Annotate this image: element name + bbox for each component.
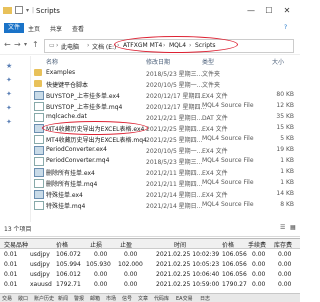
file-explorer-window: ▾ | Scripts — ☐ ✕ 文件 主页 共享 查看 ? ← → ▾ ↑ … <box>0 0 300 237</box>
dat-file-icon <box>34 113 44 122</box>
list-item[interactable]: mqlcache.dat 2021/2/21 星期日... DAT 文件 35 … <box>32 112 300 122</box>
back-icon[interactable]: ← <box>4 40 11 49</box>
list-item[interactable]: PeriodConverter.mq4 2018/5/23 星期三... MQL… <box>32 156 300 166</box>
tab-trade[interactable]: 交易 <box>2 295 12 302</box>
pin-icon[interactable]: ✦ <box>6 118 12 126</box>
tab-codebase[interactable]: 代码库 <box>154 295 169 302</box>
minimize-button[interactable]: — <box>244 4 258 18</box>
header-symbol[interactable]: 交易品种 <box>4 240 28 249</box>
list-item[interactable]: Examples 2018/5/23 星期三... 文件夹 <box>32 68 300 78</box>
tab-articles[interactable]: 文章 <box>138 295 148 302</box>
list-item[interactable]: 特殊挂单.ex4 2021/2/14 星期日... EX4 文件 14 KB <box>32 189 300 199</box>
list-item[interactable]: 删除所有挂单.mq4 2021/2/11 星期四... MQL4 Source … <box>32 178 300 188</box>
column-size[interactable]: 大小 <box>272 57 284 66</box>
table-row[interactable]: 0.01 xauusd 1792.71 0.00 0.00 2021.02.25… <box>0 280 300 289</box>
thumbnail-view-icon[interactable]: ▦ <box>290 224 296 231</box>
pc-icon: ▭ <box>49 42 55 49</box>
tab-mailbox[interactable]: 邮箱 <box>90 295 100 302</box>
header-swap[interactable]: 库存费 <box>274 240 292 249</box>
tab-market[interactable]: 市场 <box>106 295 116 302</box>
column-header: 名称 修改日期 类型 大小 <box>32 56 300 66</box>
close-button[interactable]: ✕ <box>280 4 294 18</box>
table-row[interactable]: 0.01 usdjpy 106.012 0.00 0.00 2021.02.25… <box>0 270 300 279</box>
header-time[interactable]: 时间 <box>174 240 186 249</box>
pin-icon[interactable]: ✦ <box>6 90 12 98</box>
tab-alerts[interactable]: 警报 <box>74 295 84 302</box>
column-type[interactable]: 类型 <box>202 57 214 66</box>
ex4-file-icon <box>34 168 44 177</box>
forward-icon[interactable]: → <box>14 40 21 49</box>
ex4-file-icon <box>34 190 44 199</box>
chevron-down-icon[interactable]: ▾ <box>26 7 29 14</box>
list-item[interactable]: MT4收藏历史导出为EXCEL表格.mq4 2021/2/25 星期四... M… <box>32 134 300 144</box>
tab-signals[interactable]: 信号 <box>122 295 132 302</box>
list-item[interactable]: PeriodConverter.ex4 2020/10/5 星期一... EX4… <box>32 145 300 155</box>
navigation-pane: ★ ✦ ✦ ✦ ✦ <box>0 56 31 222</box>
ribbon-tabs: 文件 主页 共享 查看 ? <box>0 22 300 34</box>
table-row[interactable]: 0.01 usdjpy 105.994 105.930 102.000 2021… <box>0 260 300 269</box>
pin-icon[interactable]: ★ <box>6 62 12 70</box>
folder-icon <box>34 80 42 87</box>
status-bar-count: 13 个项目 <box>4 226 32 233</box>
address-bar-row: ← → ▾ ↑ ▭ › 此电脑 › 文档 (E:) › ATFXGM MT4 ›… <box>0 36 300 55</box>
tab-share[interactable]: 共享 <box>50 24 62 33</box>
folder-icon <box>34 69 42 76</box>
mq4-file-icon <box>34 102 44 111</box>
header-tp[interactable]: 止盈 <box>120 240 132 249</box>
list-item[interactable]: 特殊挂单.mq4 2021/2/14 星期日... MQL4 Source Fi… <box>32 200 300 210</box>
tab-experts[interactable]: EA交易 <box>176 295 193 302</box>
help-icon[interactable]: ? <box>284 24 287 31</box>
ex4-file-icon <box>34 91 44 100</box>
tab-exposure[interactable]: 敞口 <box>18 295 28 302</box>
header-commission[interactable]: 手续费 <box>248 240 266 249</box>
maximize-button[interactable]: ☐ <box>262 4 276 18</box>
terminal-tabs: 交易 敞口 账户历史 新闻 警报 邮箱 市场 信号 文章 代码库 EA交易 日志 <box>0 293 300 302</box>
column-name[interactable]: 名称 <box>46 57 58 66</box>
header-price2[interactable]: 价格 <box>222 240 234 249</box>
mq4-file-icon <box>34 179 44 188</box>
title-bar: ▾ | Scripts — ☐ ✕ <box>0 0 300 22</box>
highlight-oval-path <box>114 36 238 53</box>
pin-icon[interactable]: ✦ <box>6 104 12 112</box>
crumb-this-pc[interactable]: 此电脑 <box>61 42 79 51</box>
up-icon[interactable]: ↑ <box>32 40 39 49</box>
list-item[interactable]: 删除所有挂单.ex4 2021/2/11 星期四... EX4 文件 1 KB <box>32 167 300 177</box>
column-date[interactable]: 修改日期 <box>146 57 170 66</box>
window-title: Scripts <box>36 7 60 15</box>
folder-icon <box>3 6 12 14</box>
divider: | <box>32 6 35 14</box>
list-item[interactable]: BUYSTOP_上市挂多单.ex4 2020/12/17 星期四... EX4 … <box>32 90 300 100</box>
pin-icon[interactable]: ✦ <box>6 76 12 84</box>
mt4-terminal-panel: 交易品种 价格 止损 止盈 时间 价格 手续费 库存费 0.01 usdjpy … <box>0 238 300 302</box>
header-sl[interactable]: 止损 <box>90 240 102 249</box>
tab-file[interactable]: 文件 <box>4 23 25 33</box>
quick-access-icon[interactable] <box>15 6 23 14</box>
tab-history[interactable]: 账户历史 <box>34 295 54 302</box>
tab-news[interactable]: 新闻 <box>58 295 68 302</box>
crumb-drive[interactable]: 文档 (E:) <box>92 42 116 51</box>
tab-home[interactable]: 主页 <box>28 24 40 33</box>
terminal-header: 交易品种 价格 止损 止盈 时间 价格 手续费 库存费 <box>0 239 300 249</box>
tab-view[interactable]: 查看 <box>72 24 84 33</box>
tab-journal[interactable]: 日志 <box>200 295 210 302</box>
ex4-file-icon <box>34 146 44 155</box>
header-price[interactable]: 价格 <box>56 240 68 249</box>
mq4-file-icon <box>34 157 44 166</box>
table-row[interactable]: 0.01 usdjpy 106.072 0.00 0.00 2021.02.25… <box>0 250 300 259</box>
list-item[interactable]: 快捷键平仓脚本 2020/10/5 星期一... 文件夹 <box>32 79 300 89</box>
details-view-icon[interactable]: ☰ <box>280 224 285 231</box>
mq4-file-icon <box>34 135 44 144</box>
mq4-file-icon <box>34 201 44 210</box>
highlight-oval-file <box>42 121 148 135</box>
list-item[interactable]: BUYSTOP_上市挂多单.mq4 2020/12/17 星期四... MQL4… <box>32 101 300 111</box>
recent-chevron-icon[interactable]: ▾ <box>24 41 27 48</box>
